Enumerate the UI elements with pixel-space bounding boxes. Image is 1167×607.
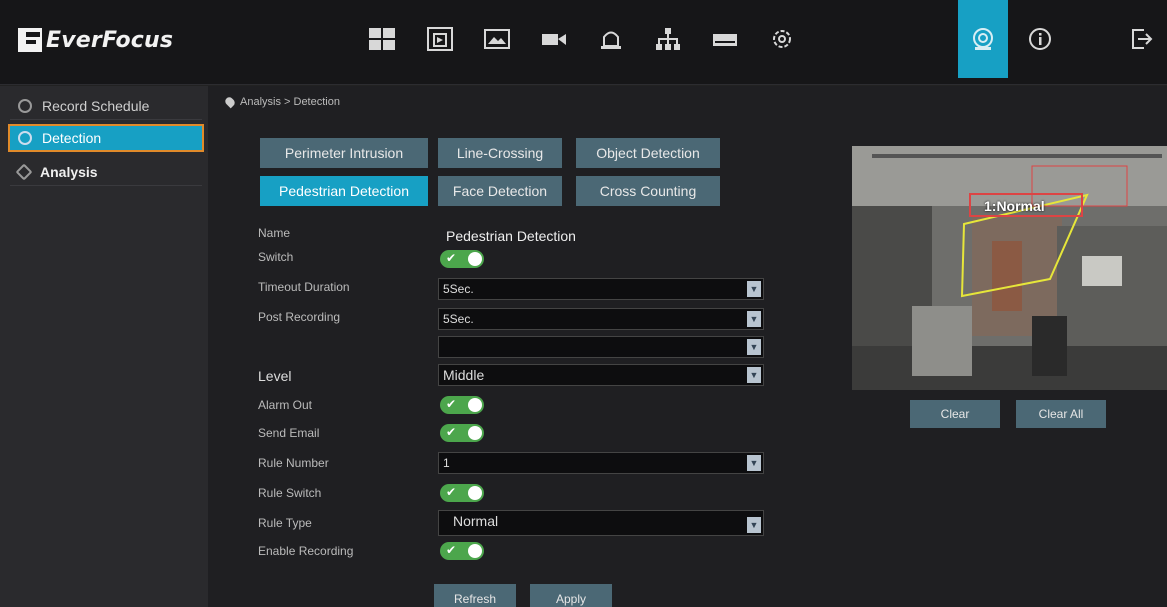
tab-face-detection[interactable]: Face Detection — [438, 176, 562, 206]
alarm-out-toggle[interactable]: ✔ — [440, 396, 484, 414]
image-settings-icon[interactable] — [471, 0, 523, 78]
gear-icon[interactable] — [756, 0, 808, 78]
refresh-button-label: Refresh — [453, 592, 497, 606]
clear-all-button[interactable]: Clear All — [1016, 400, 1106, 428]
send-email-toggle[interactable]: ✔ — [440, 424, 484, 442]
post-recording-label: Post Recording — [258, 310, 341, 324]
rule-type-value: Normal — [453, 513, 499, 529]
check-icon: ✔ — [446, 397, 457, 411]
tab-label: Face Detection — [452, 183, 548, 199]
grid-layout-icon[interactable] — [356, 0, 408, 78]
sidebar-item-label: Detection — [42, 130, 102, 146]
enable-recording-label: Enable Recording — [258, 544, 354, 558]
toggle-knob — [468, 398, 482, 412]
toggle-knob — [468, 486, 482, 500]
tab-pedestrian-detection[interactable]: Pedestrian Detection — [260, 176, 428, 206]
camera-icon[interactable] — [528, 0, 580, 78]
alarm-bell-icon[interactable] — [585, 0, 637, 78]
playback-icon[interactable] — [414, 0, 466, 78]
sidebar-item-label: Record Schedule — [42, 97, 150, 114]
post-recording-select[interactable]: 5Sec. ▼ — [438, 308, 764, 330]
brand-logo: EverFocus — [18, 26, 173, 54]
detection-icon — [18, 131, 32, 145]
clear-button-label: Clear — [940, 407, 970, 421]
camera-preview-image — [852, 146, 1167, 390]
toggle-knob — [468, 252, 482, 266]
rule-type-label: Rule Type — [258, 516, 312, 530]
sidebar-item-label: Analysis — [40, 163, 98, 180]
tab-perimeter-intrusion[interactable]: Perimeter Intrusion — [260, 138, 428, 168]
name-value: Pedestrian Detection — [446, 228, 576, 244]
name-label: Name — [258, 226, 291, 240]
chevron-down-icon: ▼ — [747, 367, 761, 383]
level-value: Middle — [443, 367, 485, 383]
timeout-duration-label: Timeout Duration — [258, 280, 350, 294]
tab-label: Pedestrian Detection — [279, 183, 409, 199]
send-email-label: Send Email — [258, 426, 320, 440]
rule-type-select[interactable]: Normal ▼ — [438, 510, 764, 536]
apply-button[interactable]: Apply — [530, 584, 612, 607]
logo-mark-icon — [18, 28, 42, 52]
main-panel: Analysis > Detection Perimeter Intrusion… — [208, 86, 1167, 607]
chevron-down-icon: ▼ — [747, 455, 761, 471]
sidebar-item-analysis[interactable]: Analysis — [10, 158, 202, 186]
alarm-out-label: Alarm Out — [258, 398, 313, 412]
tab-label: Line-Crossing — [456, 145, 544, 161]
brand-name: EverFocus — [46, 27, 174, 53]
timeout-duration-select[interactable]: 5Sec. ▼ — [438, 278, 764, 300]
breadcrumb: Analysis > Detection — [223, 95, 340, 109]
chevron-down-icon: ▼ — [747, 281, 761, 297]
top-navigation-bar: EverFocus — [0, 0, 1167, 85]
rule-overlay-label: 1:Normal — [984, 198, 1045, 214]
level-select[interactable]: Middle ▼ — [438, 364, 764, 386]
breadcrumb-text: Analysis > Detection — [240, 96, 340, 108]
toggle-knob — [468, 544, 482, 558]
chevron-down-icon: ▼ — [747, 517, 761, 533]
chevron-down-icon: ▼ — [747, 311, 761, 327]
switch-label: Switch — [258, 250, 294, 264]
check-icon: ✔ — [446, 543, 457, 557]
analysis-icon — [15, 163, 33, 180]
chevron-down-icon: ▼ — [747, 339, 761, 355]
info-icon[interactable] — [1016, 0, 1064, 78]
switch-toggle[interactable]: ✔ — [440, 250, 484, 268]
sidebar-item-record-schedule[interactable]: Record Schedule — [10, 92, 202, 120]
tab-label: Object Detection — [596, 145, 700, 161]
rule-number-select[interactable]: 1 ▼ — [438, 452, 764, 474]
logout-icon[interactable] — [1117, 0, 1165, 78]
rule-switch-label: Rule Switch — [258, 486, 322, 500]
post-recording-value: 5Sec. — [443, 312, 474, 326]
location-pin-icon — [223, 95, 237, 109]
storage-icon[interactable] — [699, 0, 751, 78]
tab-object-detection[interactable]: Object Detection — [576, 138, 720, 168]
refresh-button[interactable]: Refresh — [434, 584, 516, 607]
rule-number-label: Rule Number — [258, 456, 329, 470]
extra-select[interactable]: ▼ — [438, 336, 764, 358]
tab-label: Perimeter Intrusion — [284, 145, 404, 161]
smart-analysis-icon[interactable] — [958, 0, 1008, 78]
apply-button-label: Apply — [555, 592, 587, 606]
clear-button[interactable]: Clear — [910, 400, 1000, 428]
rule-switch-toggle[interactable]: ✔ — [440, 484, 484, 502]
enable-recording-toggle[interactable]: ✔ — [440, 542, 484, 560]
tab-line-crossing[interactable]: Line-Crossing — [438, 138, 562, 168]
tab-label: Cross Counting — [599, 183, 697, 199]
check-icon: ✔ — [446, 425, 457, 439]
sidebar-item-detection[interactable]: Detection — [8, 124, 204, 152]
timeout-duration-value: 5Sec. — [443, 282, 474, 296]
check-icon: ✔ — [446, 485, 457, 499]
tab-cross-counting[interactable]: Cross Counting — [576, 176, 720, 206]
network-icon[interactable] — [642, 0, 694, 78]
clear-all-button-label: Clear All — [1038, 407, 1084, 421]
calendar-icon — [18, 98, 32, 113]
sidebar: Record Schedule Detection Analysis — [0, 86, 208, 607]
level-label: Level — [258, 368, 292, 384]
rule-number-value: 1 — [443, 456, 450, 470]
camera-preview[interactable]: 1:Normal — [852, 146, 1167, 390]
toggle-knob — [468, 426, 482, 440]
check-icon: ✔ — [446, 251, 457, 265]
